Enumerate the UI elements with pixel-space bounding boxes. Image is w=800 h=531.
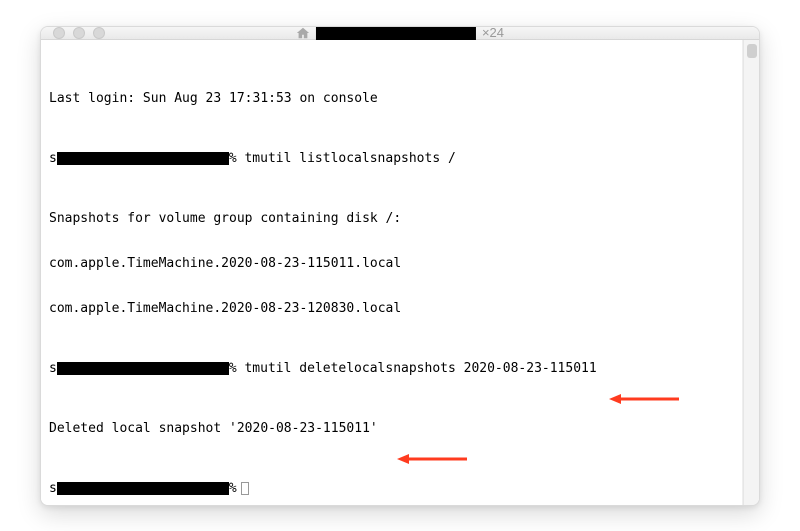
line-snap2: com.apple.TimeMachine.2020-08-23-120830.… (49, 301, 734, 316)
line-cmd-list: s% tmutil listlocalsnapshots / (49, 151, 734, 166)
minimize-dot[interactable] (73, 27, 85, 39)
annotation-arrow-2 (397, 423, 475, 435)
traffic-lights (41, 27, 105, 39)
redacted-title (316, 26, 476, 40)
prompt-symbol: % (229, 481, 237, 496)
prompt-symbol: % (229, 151, 237, 166)
window-title: ×24 (296, 26, 504, 41)
line-last-login: Last login: Sun Aug 23 17:31:53 on conso… (49, 91, 734, 106)
scroll-thumb[interactable] (747, 44, 757, 58)
titlebar[interactable]: ×24 (41, 27, 759, 40)
scrollbar[interactable] (743, 40, 759, 506)
deleted-msg-text: Deleted local snapshot '2020-08-23-11501… (49, 421, 378, 436)
line-cmd-delete: s% tmutil deletelocalsnapshots 2020-08-2… (49, 361, 734, 376)
cmd-list-text: tmutil listlocalsnapshots / (237, 151, 456, 166)
annotation-arrow-1 (609, 363, 687, 375)
redacted-hostname (57, 152, 229, 165)
redacted-hostname (57, 482, 229, 495)
home-icon (296, 26, 310, 40)
prompt-prefix: s (49, 151, 57, 166)
close-dot[interactable] (53, 27, 65, 39)
last-login-text: Last login: Sun Aug 23 17:31:53 on conso… (49, 91, 378, 106)
cursor-icon (241, 482, 249, 495)
zoom-dot[interactable] (93, 27, 105, 39)
snap-header-text: Snapshots for volume group containing di… (49, 211, 401, 226)
line-snap-header: Snapshots for volume group containing di… (49, 211, 734, 226)
prompt-prefix: s (49, 361, 57, 376)
prompt-symbol: % (229, 361, 237, 376)
line-prompt-idle: s% (49, 481, 734, 496)
window-size-label: ×24 (482, 26, 504, 41)
terminal-content[interactable]: Last login: Sun Aug 23 17:31:53 on conso… (41, 40, 743, 506)
cmd-delete-text: tmutil deletelocalsnapshots 2020-08-23-1… (237, 361, 597, 376)
snap2-text: com.apple.TimeMachine.2020-08-23-120830.… (49, 301, 401, 316)
prompt-prefix: s (49, 481, 57, 496)
terminal-window: ×24 Last login: Sun Aug 23 17:31:53 on c… (40, 26, 760, 506)
snap1-text: com.apple.TimeMachine.2020-08-23-115011.… (49, 256, 401, 271)
redacted-hostname (57, 362, 229, 375)
line-snap1: com.apple.TimeMachine.2020-08-23-115011.… (49, 256, 734, 271)
line-deleted-msg: Deleted local snapshot '2020-08-23-11501… (49, 421, 734, 436)
window-body: Last login: Sun Aug 23 17:31:53 on conso… (41, 40, 759, 506)
